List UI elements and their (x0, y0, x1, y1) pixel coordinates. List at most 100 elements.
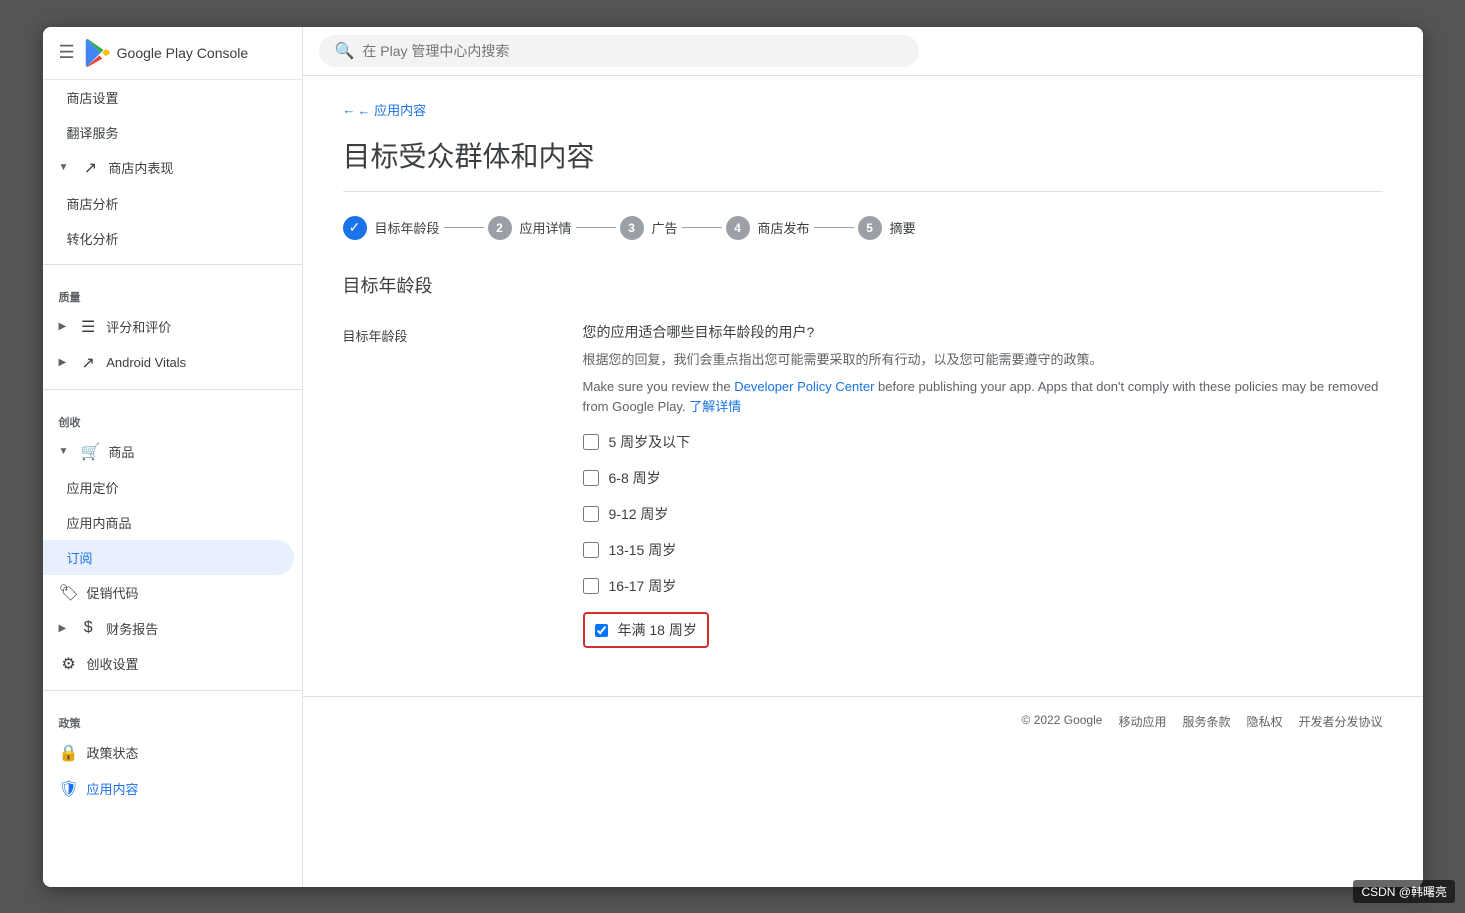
section-monetize: 创收 (43, 398, 302, 434)
logo: Google Play Console (83, 39, 249, 67)
checkbox-age6-highlighted[interactable]: 年满 18 周岁 (583, 612, 709, 648)
sidebar-header: ☰ Google Play Console (43, 27, 302, 80)
sidebar-item-app-content[interactable]: 🛡 应用内容 (43, 771, 302, 807)
step-4: 4 商店发布 (726, 216, 810, 240)
section-title: 目标年龄段 (343, 272, 1383, 298)
expand-icon: ▼ (59, 162, 69, 173)
sidebar-item-in-app-products[interactable]: 应用内商品 (43, 505, 302, 540)
checkbox-age4[interactable]: 13-15 周岁 (583, 540, 1383, 560)
sidebar-item-policy-status[interactable]: 🔒 政策状态 (43, 735, 302, 771)
checkbox-age6-label: 年满 18 周岁 (618, 620, 697, 640)
sidebar-item-products[interactable]: ▼ 🛒 商品 (43, 434, 302, 470)
checkbox-age5-input[interactable] (583, 578, 599, 594)
step-2-label: 应用详情 (520, 218, 572, 237)
footer-copyright: © 2022 Google (1022, 713, 1103, 730)
form-description: 根据您的回复，我们会重点指出您可能需要采取的所有行动，以及您可能需要遵守的政策。 (583, 350, 1383, 370)
sidebar-label: 商品 (108, 442, 134, 461)
sidebar-label: 转化分析 (67, 229, 119, 248)
step-connector-3 (682, 227, 722, 228)
step-connector-2 (576, 227, 616, 228)
checkbox-age4-label: 13-15 周岁 (609, 540, 677, 560)
sidebar-item-store-performance[interactable]: ▼ ↗ 商店内表现 (43, 150, 302, 186)
sidebar-item-subscriptions[interactable]: 订阅 (43, 540, 294, 575)
checkbox-group: 5 周岁及以下 6-8 周岁 9-12 周岁 (583, 432, 1383, 648)
gear-icon: ⚙ (59, 654, 79, 674)
sidebar-item-store-analysis[interactable]: 商店分析 (43, 186, 302, 221)
trend-icon: ↗ (80, 158, 100, 178)
divider-3 (43, 690, 302, 691)
sidebar-label: 应用内商品 (67, 513, 132, 532)
footer-developer-agreement[interactable]: 开发者分发协议 (1298, 713, 1382, 730)
dollar-icon: $ (78, 619, 98, 637)
checkbox-age1-label: 5 周岁及以下 (609, 432, 691, 452)
sidebar-label: 商店内表现 (108, 158, 173, 177)
sidebar-item-conversion[interactable]: 转化分析 (43, 221, 302, 256)
expand-icon: ▼ (59, 446, 69, 457)
section-quality: 质量 (43, 273, 302, 309)
tag-icon: 🏷 (59, 583, 79, 603)
step-connector-4 (814, 227, 854, 228)
sidebar-label: 评分和评价 (106, 317, 171, 336)
learn-more-link[interactable]: 了解详情 (689, 399, 741, 414)
search-bar[interactable]: 🔍 (319, 35, 919, 67)
step-1-icon: ✓ (343, 216, 367, 240)
sidebar-label: 创收设置 (87, 654, 139, 673)
checkbox-age3-label: 9-12 周岁 (609, 504, 669, 524)
cart-icon: 🛒 (80, 442, 100, 462)
checkbox-age2[interactable]: 6-8 周岁 (583, 468, 1383, 488)
sidebar-item-android-vitals[interactable]: ▶ ↗ Android Vitals (43, 345, 302, 381)
step-5-icon: 5 (858, 216, 882, 240)
expand-icon: ▶ (59, 321, 67, 332)
step-3: 3 广告 (620, 216, 678, 240)
sidebar-item-financial-reports[interactable]: ▶ $ 财务报告 (43, 611, 302, 646)
breadcrumb[interactable]: ← ← 应用内容 (343, 100, 1383, 119)
checkbox-age2-input[interactable] (583, 470, 599, 486)
sidebar-label: Android Vitals (106, 355, 186, 370)
breadcrumb-text: ← 应用内容 (358, 100, 427, 119)
sidebar-item-store-settings[interactable]: 商店设置 (43, 80, 302, 115)
sidebar-label: 翻译服务 (67, 123, 119, 142)
search-input[interactable] (362, 43, 902, 59)
checkbox-age3[interactable]: 9-12 周岁 (583, 504, 1383, 524)
form-content: 您的应用适合哪些目标年龄段的用户? 根据您的回复，我们会重点指出您可能需要采取的… (583, 322, 1383, 649)
step-1-label: 目标年龄段 (375, 218, 440, 237)
sidebar-item-translation[interactable]: 翻译服务 (43, 115, 302, 150)
checkbox-age1[interactable]: 5 周岁及以下 (583, 432, 1383, 452)
search-icon: 🔍 (335, 41, 355, 61)
step-3-label: 广告 (652, 218, 678, 237)
checkbox-age5-label: 16-17 周岁 (609, 576, 677, 596)
checkbox-age4-input[interactable] (583, 542, 599, 558)
sidebar-label: 商店设置 (67, 88, 119, 107)
sidebar-label: 财务报告 (106, 619, 158, 638)
sidebar-item-monetize-settings[interactable]: ⚙ 创收设置 (43, 646, 302, 682)
footer-mobile-app[interactable]: 移动应用 (1118, 713, 1166, 730)
footer-terms[interactable]: 服务条款 (1182, 713, 1230, 730)
checkbox-age1-input[interactable] (583, 434, 599, 450)
checkbox-age5[interactable]: 16-17 周岁 (583, 576, 1383, 596)
sidebar-item-promo-codes[interactable]: 🏷 促销代码 (43, 575, 302, 611)
shield-icon: 🛡 (59, 779, 79, 799)
sidebar-label: 应用内容 (87, 779, 139, 798)
form-description-en: Make sure you review the Developer Polic… (583, 377, 1383, 416)
sidebar-item-app-pricing[interactable]: 应用定价 (43, 470, 302, 505)
description-en-pre: Make sure you review the (583, 379, 735, 394)
sidebar-label: 订阅 (67, 548, 93, 567)
step-connector-1 (444, 227, 484, 228)
developer-policy-link[interactable]: Developer Policy Center (734, 379, 874, 394)
footer-privacy[interactable]: 隐私权 (1246, 713, 1282, 730)
expand-icon: ▶ (59, 357, 67, 368)
checkbox-age3-input[interactable] (583, 506, 599, 522)
checkbox-age6-input[interactable] (595, 624, 608, 637)
vitals-icon: ↗ (78, 353, 98, 373)
lock-icon: 🔒 (59, 743, 79, 763)
step-5-label: 摘要 (890, 218, 916, 237)
logo-text: Google Play Console (117, 45, 249, 61)
sidebar-item-ratings[interactable]: ▶ ☰ 评分和评价 (43, 309, 302, 345)
step-4-icon: 4 (726, 216, 750, 240)
watermark: CSDN @韩曙亮 (1353, 880, 1455, 903)
menu-icon[interactable]: ☰ (59, 42, 75, 63)
sidebar-label: 商店分析 (67, 194, 119, 213)
top-bar: 🔍 (303, 27, 1423, 76)
sidebar-label: 政策状态 (87, 743, 139, 762)
breadcrumb-arrow: ← (343, 102, 356, 117)
